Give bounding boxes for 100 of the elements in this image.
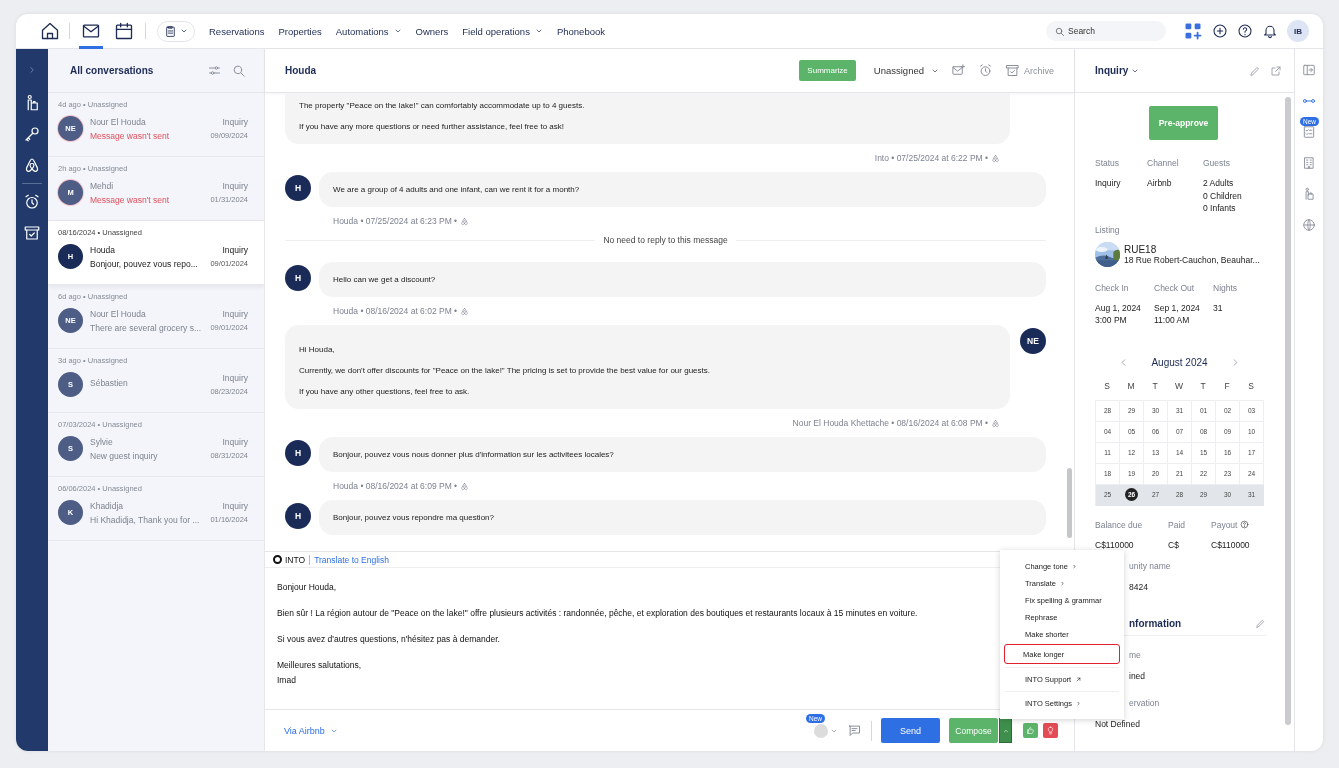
field-value: 2 Adults — [1203, 177, 1235, 190]
nav-link[interactable]: Automations — [335, 25, 402, 37]
nav-link[interactable]: Reservations — [209, 25, 265, 37]
add-icon[interactable] — [1212, 23, 1228, 39]
apps-grid-icon[interactable] — [1183, 21, 1203, 41]
message-text: Bonjour, pouvez vous nous donner plus d'information sur les activitees locales? — [333, 450, 615, 459]
status-label: Inquiry — [221, 437, 248, 447]
nav-link[interactable]: Owners — [415, 25, 449, 37]
nav-link[interactable]: Phonebook — [556, 25, 605, 37]
checklist-icon[interactable] — [1302, 125, 1316, 139]
avatar: H — [285, 175, 311, 201]
message-preview: Bonjour, pouvez vous repo... — [90, 258, 199, 269]
compose-menu-toggle[interactable] — [999, 718, 1012, 743]
search-field[interactable]: Search — [1046, 21, 1166, 41]
field-value: 3:00 PM — [1095, 314, 1128, 327]
send-button[interactable]: Send — [881, 718, 940, 743]
channel-dropdown[interactable]: Via Airbnb — [284, 725, 338, 736]
thumbs-up-icon — [1026, 726, 1035, 735]
field-label: Paid — [1168, 519, 1185, 530]
home-icon[interactable] — [40, 21, 60, 41]
scrollbar[interactable] — [1067, 468, 1072, 538]
message-meta: Into • 07/25/2024 at 6:22 PM • — [874, 153, 988, 163]
filter-icon[interactable] — [207, 63, 222, 78]
status-label: Inquiry — [221, 309, 248, 319]
clipboard-icon — [164, 24, 177, 38]
message-meta: Houda • 08/16/2024 at 6:02 PM • — [333, 306, 458, 316]
message-text: Hello can we get a discount? — [333, 275, 437, 284]
notifications-icon[interactable] — [1262, 23, 1278, 39]
into-logo: INTO — [273, 554, 311, 565]
scrollbar[interactable] — [1285, 97, 1291, 725]
guest-name: Nour El Houda — [90, 116, 147, 127]
idea-button[interactable] — [1043, 723, 1058, 738]
guest-name: Sébastien — [90, 377, 129, 388]
avatar: H — [285, 440, 311, 466]
field-value: Airbnb — [1147, 177, 1173, 190]
status-label: Inquiry — [221, 181, 248, 191]
field-label: Check Out — [1154, 282, 1195, 293]
archive-icon — [1005, 63, 1020, 78]
key-icon[interactable] — [23, 125, 41, 143]
archive-icon[interactable] — [23, 224, 41, 242]
reply-text: Meilleures salutations, Imad — [277, 659, 362, 687]
help-icon[interactable] — [1237, 23, 1253, 39]
field-value: 8424 — [1129, 581, 1149, 594]
globe-icon[interactable] — [1302, 218, 1316, 232]
field-value: C$110000 — [1095, 538, 1135, 551]
field-value: Inquiry — [1095, 177, 1122, 190]
field-value: 11:00 AM — [1154, 314, 1191, 327]
avatar: H — [285, 265, 311, 291]
edit-icon[interactable] — [1249, 64, 1261, 77]
reply-text: Bonjour Houda, — [277, 581, 337, 594]
weekday-label: W — [1174, 380, 1184, 391]
search-icon[interactable] — [231, 63, 246, 78]
building-icon[interactable] — [1302, 156, 1316, 170]
translate-link[interactable]: Translate to English — [310, 554, 389, 565]
caret-icon — [1002, 727, 1009, 734]
message-meta: Nour El Houda Khettache • 08/16/2024 at 6:08 PM • — [792, 418, 988, 428]
airbnb-icon — [991, 153, 1000, 163]
reservation-status-dropdown[interactable]: Inquiry — [1095, 65, 1140, 76]
message-text: Hi Houda, — [299, 345, 336, 354]
airbnb-icon — [460, 216, 470, 226]
airbnb-icon[interactable] — [23, 156, 41, 174]
edit-icon[interactable] — [1255, 617, 1266, 629]
mail-plus-icon[interactable] — [951, 63, 966, 78]
listing-name[interactable]: RUE18 — [1124, 243, 1260, 255]
weekday-label: T — [1199, 380, 1207, 391]
guest-name: Nour El Houda — [90, 308, 147, 319]
weekday-label: F — [1223, 380, 1231, 391]
field-label: unity name — [1129, 561, 1172, 571]
weekday-label: S — [1247, 380, 1255, 391]
field-label: Check In — [1095, 282, 1129, 293]
error-message: Message wasn't sent — [90, 130, 171, 141]
panel-toggle-icon[interactable] — [1302, 63, 1316, 77]
note-icon[interactable] — [847, 723, 862, 738]
lightbulb-icon — [1046, 726, 1055, 735]
open-external-icon[interactable] — [1270, 64, 1282, 77]
reply-text: Si vous avez d'autres questions, n'hésitez pas à demander. — [277, 633, 500, 646]
message-text: The property "Peace on the lake!" can comfortably accommodate up to 4 guests. — [299, 101, 586, 110]
expand-icon[interactable] — [27, 65, 37, 75]
message-text: Bonjour, pouvez vous repondre ma question? — [333, 513, 495, 522]
alarm-icon[interactable] — [23, 193, 41, 211]
nav-link[interactable]: Field operations — [462, 25, 543, 37]
status-label: Inquiry — [221, 117, 248, 127]
field-value: 0 Children — [1203, 189, 1243, 202]
caret-icon — [180, 27, 188, 35]
status-label: Inquiry — [221, 245, 248, 255]
message-text: If you have any other questions, feel free to ask. — [299, 387, 471, 396]
like-button[interactable] — [1023, 723, 1038, 738]
field-value: 31 — [1213, 301, 1224, 314]
calendar-icon — [114, 21, 134, 41]
field-label: Guests — [1203, 158, 1230, 168]
field-label: Status — [1095, 158, 1120, 168]
assignee-dropdown[interactable]: Unassigned — [873, 65, 939, 76]
weekday-label: S — [1103, 380, 1111, 391]
user-avatar[interactable]: IB — [1287, 20, 1309, 42]
field-label: Nights — [1213, 282, 1238, 293]
field-value: C$ — [1168, 538, 1180, 551]
archive-button[interactable]: Archive — [1005, 63, 1054, 78]
nav-link[interactable]: Properties — [278, 25, 322, 37]
airbnb-icon — [460, 306, 470, 316]
field-value: Aug 1, 2024 — [1095, 301, 1142, 314]
